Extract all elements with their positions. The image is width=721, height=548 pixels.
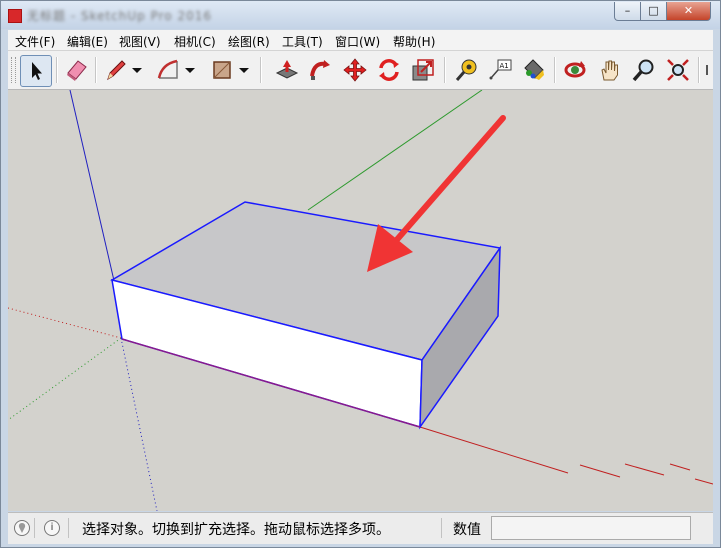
zoom-icon[interactable] — [630, 56, 658, 84]
menu-draw[interactable]: 绘图(R) — [228, 33, 270, 50]
toolbar-grip[interactable] — [11, 57, 16, 83]
chevron-down-icon[interactable] — [183, 56, 197, 84]
green-axis-hidden — [8, 337, 122, 421]
rotate-icon[interactable] — [375, 56, 403, 84]
follow-me-icon[interactable] — [306, 56, 334, 84]
app-icon — [8, 9, 22, 23]
status-bar: i 选择对象。切换到扩充选择。拖动鼠标选择多项。 数值 — [8, 512, 713, 544]
toolbar-separator — [95, 57, 97, 83]
blue-axis-hidden — [120, 337, 158, 511]
menu-help[interactable]: 帮助(H) — [393, 33, 435, 50]
modeling-viewport[interactable] — [8, 90, 713, 511]
chevron-down-icon[interactable] — [130, 56, 144, 84]
status-separator — [441, 518, 442, 538]
chevron-right-icon[interactable] — [704, 56, 713, 84]
pencil-line-icon[interactable] — [102, 56, 130, 84]
minimize-button[interactable]: – — [614, 2, 641, 21]
move-icon[interactable] — [341, 56, 369, 84]
red-axis — [669, 463, 691, 471]
select-icon[interactable] — [20, 55, 52, 87]
status-message: 选择对象。切换到扩充选择。拖动鼠标选择多项。 — [82, 522, 390, 538]
app-window: 无标题 - SketchUp Pro 2016 – □ ✕ 文件(F) 编辑(E… — [0, 0, 721, 548]
scale-icon[interactable] — [409, 56, 437, 84]
title-bar[interactable]: 无标题 - SketchUp Pro 2016 – □ ✕ — [1, 1, 720, 29]
red-axis — [419, 426, 569, 474]
status-separator — [34, 518, 35, 538]
red-axis — [579, 464, 621, 478]
zoom-extents-icon[interactable] — [664, 56, 692, 84]
svg-text:A1: A1 — [500, 62, 509, 70]
toolbar-separator — [698, 57, 700, 83]
green-axis — [307, 90, 483, 211]
pan-icon[interactable] — [596, 56, 624, 84]
maximize-button[interactable]: □ — [640, 2, 667, 21]
blue-axis — [69, 90, 116, 286]
red-axis — [694, 478, 713, 485]
scene-canvas[interactable] — [8, 90, 713, 511]
menu-edit[interactable]: 编辑(E) — [67, 33, 108, 50]
rectangle-icon[interactable] — [208, 56, 236, 84]
tape-measure-icon[interactable] — [452, 56, 480, 84]
text-label-icon[interactable]: A1 — [486, 56, 514, 84]
menu-bar: 文件(F) 编辑(E) 视图(V) 相机(C) 绘图(R) 工具(T) 窗口(W… — [8, 30, 713, 51]
push-pull-icon[interactable] — [273, 56, 301, 84]
toolbar-separator — [444, 57, 446, 83]
arc-icon[interactable] — [154, 56, 182, 84]
menu-view[interactable]: 视图(V) — [119, 33, 161, 50]
status-separator — [68, 518, 69, 538]
menu-window[interactable]: 窗口(W) — [335, 33, 380, 50]
menu-camera[interactable]: 相机(C) — [174, 33, 216, 50]
annotation-arrow — [391, 115, 506, 246]
main-toolbar: A1 — [8, 51, 713, 90]
measurements-input[interactable] — [491, 516, 691, 540]
chevron-down-icon[interactable] — [237, 56, 251, 84]
paint-bucket-icon[interactable] — [519, 56, 547, 84]
menu-file[interactable]: 文件(F) — [15, 33, 55, 50]
eraser-icon[interactable] — [63, 56, 91, 84]
measurements-label: 数值 — [453, 522, 481, 538]
orbit-icon[interactable] — [561, 56, 589, 84]
red-axis-hidden — [8, 307, 122, 339]
window-title: 无标题 - SketchUp Pro 2016 — [27, 9, 212, 23]
geolocation-icon[interactable] — [14, 520, 30, 536]
toolbar-separator — [260, 57, 262, 83]
red-axis — [624, 463, 665, 476]
toolbar-separator — [56, 57, 58, 83]
menu-tools[interactable]: 工具(T) — [282, 33, 323, 50]
close-button[interactable]: ✕ — [666, 2, 711, 21]
toolbar-separator — [554, 57, 556, 83]
info-icon[interactable]: i — [44, 520, 60, 536]
